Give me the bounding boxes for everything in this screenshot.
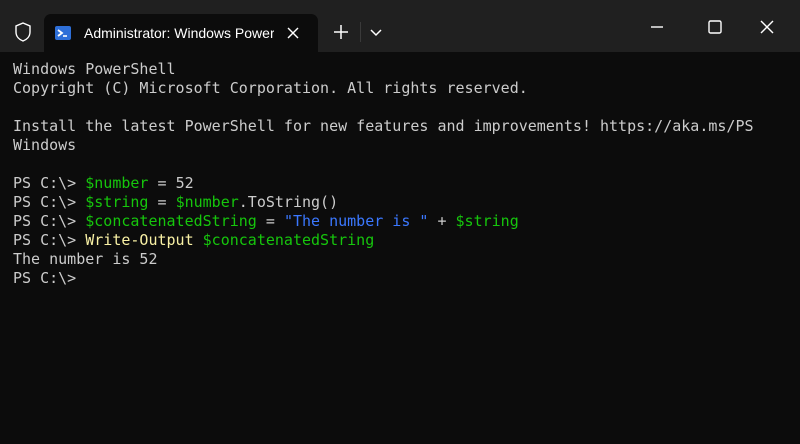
prompt: PS C:\> [13, 231, 77, 249]
method-call: .ToString() [238, 193, 339, 211]
current-prompt-line[interactable]: PS C:\> [13, 269, 788, 288]
operator: = [148, 174, 176, 192]
variable: $concatenatedString [85, 212, 257, 230]
number-literal: 52 [175, 174, 194, 192]
operator: + [428, 212, 456, 230]
maximize-button[interactable] [692, 10, 738, 44]
variable: $string [455, 212, 519, 230]
header-line: Windows PowerShell [13, 60, 176, 78]
string-literal: "The number is " [283, 212, 429, 230]
command-line: PS C:\> $concatenatedString = "The numbe… [13, 212, 788, 231]
install-line-wrap: Windows [13, 136, 77, 154]
prompt: PS C:\> [13, 269, 77, 287]
minimize-button[interactable] [634, 10, 680, 44]
copyright-line: Copyright (C) Microsoft Corporation. All… [13, 79, 528, 97]
operator: = [148, 193, 176, 211]
operator: = [256, 212, 284, 230]
tab-divider [360, 22, 361, 42]
prompt: PS C:\> [13, 212, 77, 230]
new-tab-button[interactable] [330, 22, 352, 42]
tab-title: Administrator: Windows PowerShell [84, 25, 274, 41]
chevron-down-icon[interactable] [366, 22, 386, 42]
terminal-output[interactable]: Windows PowerShell Copyright (C) Microso… [13, 60, 788, 435]
command-line: PS C:\> Write-Output $concatenatedString [13, 231, 788, 250]
install-line: Install the latest PowerShell for new fe… [13, 117, 754, 135]
variable: $number [85, 174, 149, 192]
cmdlet: Write-Output [85, 231, 194, 249]
powershell-icon [54, 24, 72, 42]
prompt: PS C:\> [13, 193, 77, 211]
prompt: PS C:\> [13, 174, 77, 192]
tab-powershell[interactable]: Administrator: Windows PowerShell [44, 14, 318, 52]
output-line: The number is 52 [13, 250, 158, 268]
variable: $concatenatedString [202, 231, 375, 249]
variable: $number [175, 193, 239, 211]
close-tab-icon[interactable] [284, 24, 302, 42]
shield-icon [14, 22, 32, 42]
terminal-window: Administrator: Windows PowerShell [0, 0, 800, 444]
close-window-button[interactable] [744, 10, 790, 44]
command-line: PS C:\> $string = $number.ToString() [13, 193, 788, 212]
title-bar[interactable]: Administrator: Windows PowerShell [0, 0, 800, 52]
command-line: PS C:\> $number = 52 [13, 174, 788, 193]
variable: $string [85, 193, 149, 211]
